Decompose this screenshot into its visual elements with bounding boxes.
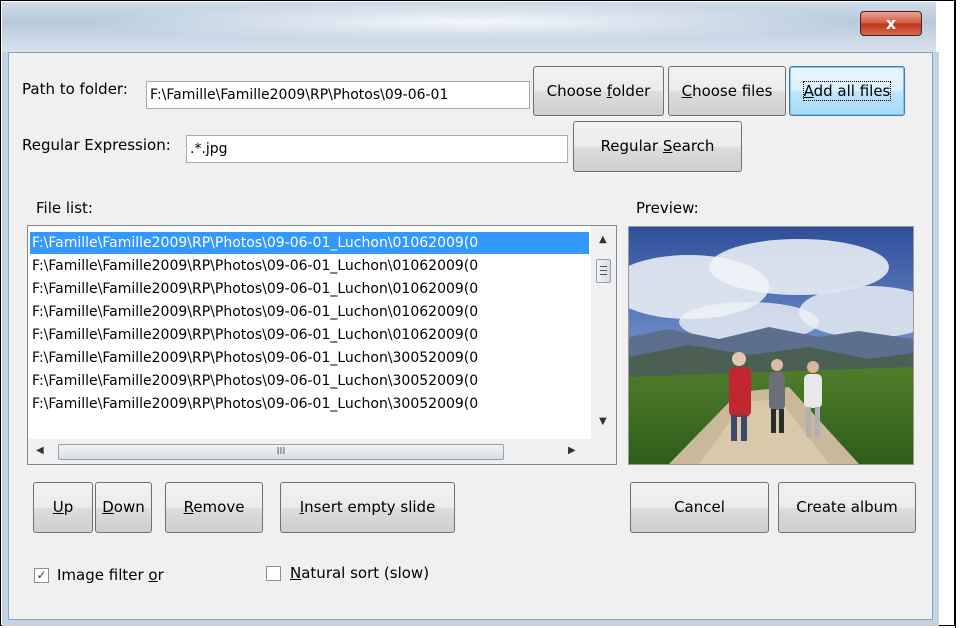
list-item[interactable]: F:\Famille\Famille2009\RP\Photos\09-06-0…	[32, 255, 478, 277]
remove-label-post: emove	[193, 498, 245, 516]
add-all-files-focus: Add all files	[802, 81, 892, 101]
choose-files-button[interactable]: Choose files	[668, 66, 786, 116]
scroll-up-arrow-icon[interactable]: ▲	[599, 234, 607, 245]
cancel-button[interactable]: Cancel	[630, 482, 769, 533]
choose-files-accel: C	[681, 82, 693, 100]
insert-empty-slide-label-post: nsert empty slide	[304, 498, 436, 516]
checkmark-icon: ✓	[36, 568, 47, 582]
add-all-files-button[interactable]: Add all files	[789, 66, 905, 116]
image-filter-label-pre: Image filter	[57, 566, 149, 584]
create-album-button[interactable]: Create album	[778, 482, 916, 533]
remove-button[interactable]: Remove	[165, 482, 263, 533]
path-label: Path to folder:	[22, 80, 128, 98]
regular-search-button[interactable]: Regular Search	[573, 121, 742, 172]
image-filter-label-post: r	[157, 566, 164, 584]
regular-search-label-pre: Regular	[600, 137, 663, 155]
title-bar-glow	[82, 2, 862, 42]
scroll-down-arrow-icon[interactable]: ▼	[599, 416, 607, 427]
horizontal-scrollbar[interactable]: ◀ III ▶	[28, 439, 616, 464]
horizontal-scroll-grip: III	[276, 446, 286, 457]
add-all-files-accel: A	[803, 82, 814, 100]
choose-files-label-post: hoose files	[692, 82, 773, 100]
image-filter-checkbox[interactable]: ✓	[34, 568, 49, 583]
frame-right	[933, 52, 939, 622]
natural-sort-label[interactable]: Natural sort (slow)	[290, 564, 429, 582]
down-accel: D	[102, 498, 114, 516]
natural-sort-accel: N	[290, 564, 302, 582]
remove-accel: R	[183, 498, 194, 516]
up-label-post: p	[63, 498, 74, 516]
vertical-scroll-thumb[interactable]	[596, 259, 611, 283]
close-icon: x	[885, 14, 897, 33]
list-item[interactable]: F:\Famille\Famille2009\RP\Photos\09-06-0…	[32, 370, 478, 392]
preview-label: Preview:	[636, 199, 699, 217]
preview-photo	[629, 227, 913, 464]
grip-line	[600, 274, 607, 275]
list-item[interactable]: F:\Famille\Famille2009\RP\Photos\09-06-0…	[32, 301, 478, 323]
scroll-left-arrow-icon[interactable]: ◀	[36, 445, 44, 456]
list-item[interactable]: F:\Famille\Famille2009\RP\Photos\09-06-0…	[32, 324, 478, 346]
scroll-right-arrow-icon[interactable]: ▶	[568, 445, 576, 456]
natural-sort-label-post: atural sort (slow)	[301, 564, 430, 582]
natural-sort-checkbox[interactable]	[266, 566, 281, 581]
regular-search-accel: S	[662, 137, 673, 155]
title-bar[interactable]: x	[2, 2, 936, 52]
add-all-files-label-post: dd all files	[813, 82, 891, 100]
up-accel: U	[52, 498, 64, 516]
vertical-scrollbar[interactable]: ▲ ▼	[591, 226, 616, 441]
grip-line	[600, 266, 607, 267]
insert-empty-slide-button[interactable]: Insert empty slide	[280, 482, 455, 533]
regex-input[interactable]: .*.jpg	[186, 135, 568, 163]
list-item[interactable]: F:\Famille\Famille2009\RP\Photos\09-06-0…	[32, 347, 478, 369]
file-list[interactable]: F:\Famille\Famille2009\RP\Photos\09-06-0…	[27, 225, 617, 465]
choose-folder-label-pre: Choose	[546, 82, 607, 100]
up-button[interactable]: Up	[33, 482, 93, 533]
list-item[interactable]: F:\Famille\Famille2009\RP\Photos\09-06-0…	[32, 278, 478, 300]
regular-search-label-post: earch	[672, 137, 715, 155]
regex-label: Regular Expression:	[22, 136, 171, 154]
preview-image	[628, 226, 914, 465]
down-label-post: own	[113, 498, 145, 516]
outer-border-line	[955, 0, 956, 628]
list-item[interactable]: F:\Famille\Famille2009\RP\Photos\09-06-0…	[32, 393, 478, 415]
choose-folder-button[interactable]: Choose folder	[533, 66, 664, 116]
frame-bottom	[2, 620, 939, 626]
down-button[interactable]: Down	[95, 482, 152, 533]
grip-line	[600, 270, 607, 271]
image-filter-accel: o	[148, 566, 158, 584]
list-item[interactable]: F:\Famille\Famille2009\RP\Photos\09-06-0…	[30, 232, 589, 254]
horizontal-scroll-thumb[interactable]: III	[58, 444, 504, 460]
image-filter-label[interactable]: Image filter or	[57, 566, 164, 584]
choose-folder-label-post: older	[612, 82, 651, 100]
close-button[interactable]: x	[860, 11, 922, 36]
path-input[interactable]: F:\Famille\Famille2009\RP\Photos\09-06-0…	[146, 81, 530, 109]
file-list-label: File list:	[36, 199, 93, 217]
